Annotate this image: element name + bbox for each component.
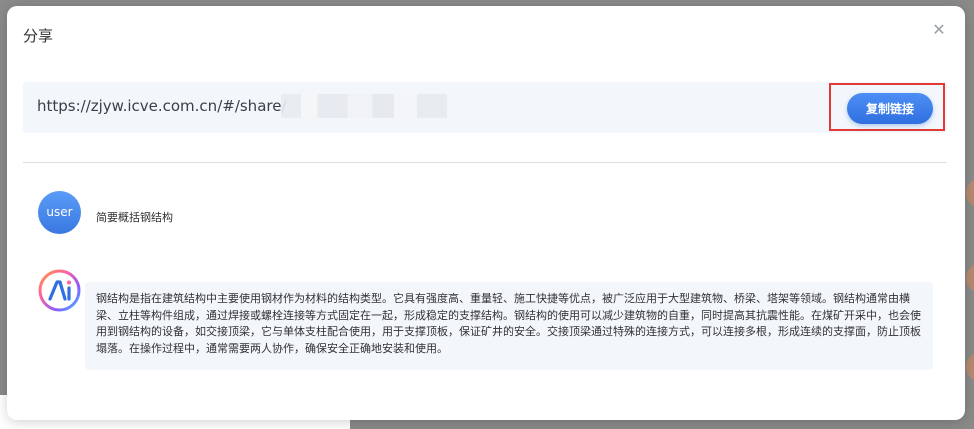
copy-link-button[interactable]: 复制链接 — [847, 93, 933, 124]
share-link-masked-token — [281, 94, 447, 118]
divider — [23, 162, 947, 163]
ai-message: 钢结构是指在建筑结构中主要使用钢材作为材料的结构类型。它具有强度高、重量轻、施工… — [96, 292, 921, 355]
user-message: 简要概括钢结构 — [96, 211, 173, 224]
user-avatar: user — [38, 191, 81, 234]
close-icon[interactable]: ✕ — [931, 22, 947, 38]
backdrop-avatar — [966, 263, 974, 293]
backdrop-avatar — [966, 352, 974, 382]
share-dialog: 分享 ✕ https://zjyw.icve.com.cn/#/share/ 复… — [7, 6, 965, 420]
backdrop-avatar — [966, 178, 974, 208]
share-link-text: https://zjyw.icve.com.cn/#/share/ — [37, 97, 287, 115]
share-link-field[interactable]: https://zjyw.icve.com.cn/#/share/ — [23, 82, 947, 133]
ai-logo-icon — [38, 269, 81, 312]
ai-message-bubble: 钢结构是指在建筑结构中主要使用钢材作为材料的结构类型。它具有强度高、重量轻、施工… — [85, 282, 933, 370]
dialog-title: 分享 — [23, 27, 54, 45]
